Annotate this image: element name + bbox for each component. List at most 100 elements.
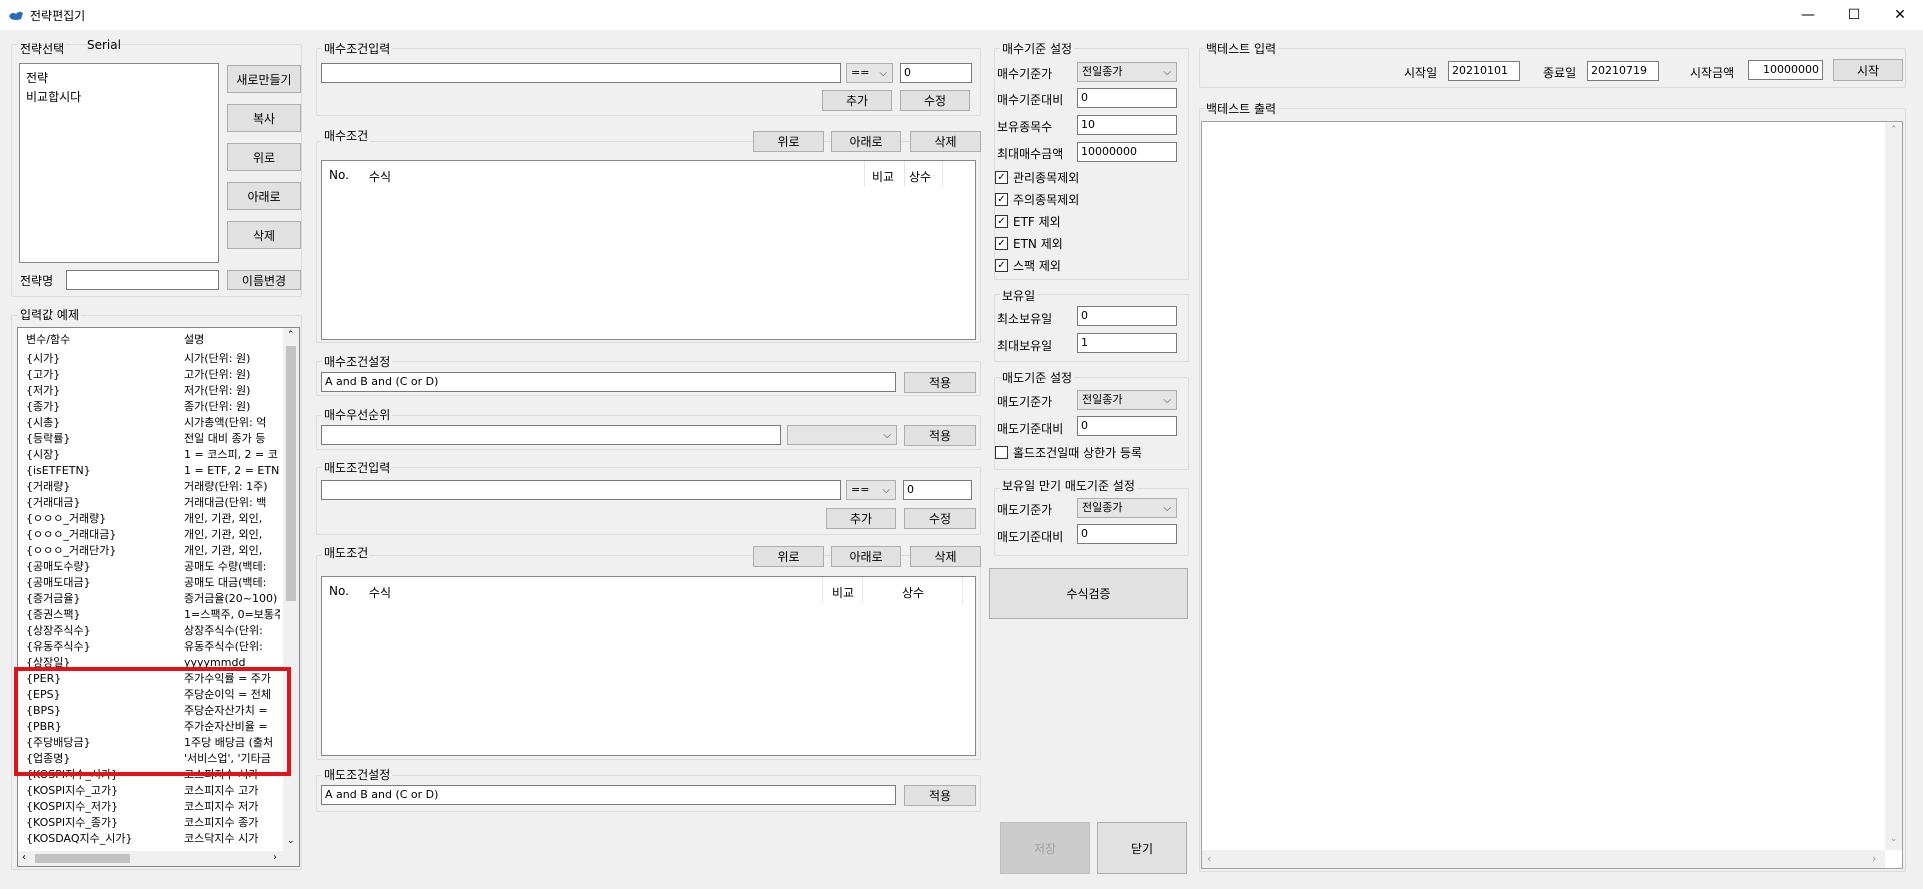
- expiry-price-select[interactable]: 전일종가 ⌵: [1077, 498, 1177, 518]
- maximize-button[interactable]: ☐: [1831, 0, 1877, 30]
- table-row[interactable]: {상장주식수} 상장주식수(단위:: [18, 624, 280, 637]
- start-amount-input[interactable]: 10000000: [1748, 60, 1823, 80]
- table-row[interactable]: {공매도대금} 공매도 대금(백테:: [18, 576, 280, 589]
- strategy-list-item[interactable]: 비교합시다: [26, 88, 81, 105]
- scroll-down-icon[interactable]: ⌄: [1890, 834, 1898, 844]
- examples-table[interactable]: 변수/함수 설명 {시가} 시가(단위: 원) {고가} 고가(단위: 원) {저가} 저…: [17, 327, 300, 867]
- table-row[interactable]: {거래대금} 거래대금(단위: 백: [18, 496, 280, 509]
- sell-cond-up-button[interactable]: 위로: [753, 546, 824, 567]
- backtest-start-button[interactable]: 시작: [1833, 59, 1903, 81]
- strategy-delete-button[interactable]: 삭제: [227, 221, 301, 249]
- table-row[interactable]: {증권스팩} 1=스팩주, 0=보통주: [18, 608, 280, 621]
- exclude-etn-checkbox[interactable]: ✓ ETN 제외: [995, 235, 1063, 252]
- sell-value-input[interactable]: 0: [903, 480, 972, 500]
- scroll-down-icon[interactable]: ⌄: [287, 836, 295, 846]
- strategy-up-button[interactable]: 위로: [227, 143, 301, 171]
- min-hold-input[interactable]: 0: [1077, 306, 1177, 326]
- buy-cond-up-button[interactable]: 위로: [753, 131, 824, 152]
- strategy-name-input[interactable]: [66, 270, 219, 290]
- table-row[interactable]: {KOSPI지수_저가} 코스피지수 저가: [18, 800, 280, 813]
- buy-price-select[interactable]: 전일종가 ⌵: [1077, 62, 1177, 82]
- scroll-up-icon[interactable]: ⌃: [1890, 125, 1898, 135]
- sell-ratio-input[interactable]: 0: [1077, 416, 1177, 436]
- backtest-output-area[interactable]: ⌃ ⌄ ‹ ›: [1201, 121, 1903, 869]
- sell-setting-input[interactable]: A and B and (C or D): [321, 785, 896, 805]
- end-date-input[interactable]: 20210719: [1587, 61, 1659, 81]
- strategy-down-button[interactable]: 아래로: [227, 182, 301, 210]
- buy-priority-select[interactable]: ⌵: [787, 425, 897, 445]
- strategy-list[interactable]: 전략 비교합시다: [19, 63, 219, 263]
- buy-priority-input[interactable]: [321, 425, 781, 445]
- scroll-h-thumb[interactable]: [35, 854, 130, 863]
- exclude-spac-checkbox[interactable]: ✓ 스팩 제외: [995, 257, 1061, 274]
- sell-add-button[interactable]: 추가: [826, 508, 896, 529]
- buy-setting-input[interactable]: A and B and (C or D): [321, 372, 896, 392]
- verify-formula-button[interactable]: 수식검증: [989, 568, 1188, 619]
- sell-cond-delete-button[interactable]: 삭제: [910, 546, 981, 567]
- scroll-right-icon[interactable]: ›: [273, 852, 277, 863]
- table-row[interactable]: {isETFETN} 1 = ETF, 2 = ETN: [18, 464, 280, 477]
- exclude-etf-checkbox[interactable]: ✓ ETF 제외: [995, 213, 1061, 230]
- table-row[interactable]: {증거금율} 증거금율(20~100): [18, 592, 280, 605]
- save-button[interactable]: 저장: [1000, 822, 1090, 874]
- rename-button[interactable]: 이름변경: [227, 270, 301, 290]
- max-amount-input[interactable]: 10000000: [1077, 142, 1177, 162]
- scroll-right-icon[interactable]: ›: [1872, 852, 1876, 865]
- buy-priority-apply-button[interactable]: 적용: [904, 425, 976, 446]
- table-row[interactable]: {KOSDAQ지수_시가} 코스닥지수 시가: [18, 832, 280, 845]
- copy-strategy-button[interactable]: 복사: [227, 104, 301, 132]
- buy-setting-apply-button[interactable]: 적용: [904, 372, 976, 393]
- scroll-left-icon[interactable]: ‹: [22, 852, 26, 863]
- buy-value-input[interactable]: 0: [900, 63, 972, 83]
- start-date-input[interactable]: 20210101: [1448, 61, 1520, 81]
- table-row[interactable]: {공매도수량} 공매도 수량(백테:: [18, 560, 280, 573]
- exclude-managed-checkbox[interactable]: ✓ 관리종목제외: [995, 169, 1079, 186]
- table-row[interactable]: {등락률} 전일 대비 종가 등: [18, 432, 280, 445]
- example-description: 1 = ETF, 2 = ETN: [184, 464, 280, 477]
- buy-cond-delete-button[interactable]: 삭제: [910, 131, 981, 152]
- table-row[interactable]: {거래량} 거래량(단위: 1주): [18, 480, 280, 493]
- close-button[interactable]: 닫기: [1097, 822, 1187, 874]
- scroll-up-icon[interactable]: ⌃: [287, 330, 295, 340]
- buy-conditions-table[interactable]: No. 수식 비교 상수: [321, 160, 976, 340]
- hold-upper-limit-checkbox[interactable]: 홀드조건일때 상한가 등록: [995, 444, 1142, 461]
- table-row[interactable]: {ㅇㅇㅇ_거래단가} 개인, 기관, 외인,: [18, 544, 280, 557]
- sell-price-select[interactable]: 전일종가 ⌵: [1077, 390, 1177, 410]
- sell-edit-button[interactable]: 수정: [904, 508, 976, 529]
- expiry-ratio-input[interactable]: 0: [1077, 524, 1177, 544]
- output-horizontal-scrollbar[interactable]: ‹ ›: [1202, 850, 1885, 868]
- scroll-thumb[interactable]: [286, 346, 296, 601]
- table-row[interactable]: {시총} 시가총액(단위: 억: [18, 416, 280, 429]
- max-hold-input[interactable]: 1: [1077, 333, 1177, 353]
- hold-count-input[interactable]: 10: [1077, 115, 1177, 135]
- table-row[interactable]: {ㅇㅇㅇ_거래대금} 개인, 기관, 외인,: [18, 528, 280, 541]
- sell-setting-apply-button[interactable]: 적용: [904, 785, 976, 806]
- sell-conditions-table[interactable]: No. 수식 비교 상수: [321, 576, 976, 756]
- table-row[interactable]: {유동주식수} 유동주식수(단위:: [18, 640, 280, 653]
- table-row[interactable]: {저가} 저가(단위: 원): [18, 384, 280, 397]
- buy-edit-button[interactable]: 수정: [900, 90, 970, 111]
- table-row[interactable]: {시가} 시가(단위: 원): [18, 352, 280, 365]
- strategy-list-item[interactable]: 전략: [26, 69, 48, 86]
- new-strategy-button[interactable]: 새로만들기: [227, 65, 301, 93]
- buy-add-button[interactable]: 추가: [822, 90, 892, 111]
- buy-ratio-input[interactable]: 0: [1077, 88, 1177, 108]
- examples-horizontal-scrollbar[interactable]: ‹ ›: [18, 851, 299, 866]
- buy-cond-down-button[interactable]: 아래로: [831, 131, 901, 152]
- scroll-left-icon[interactable]: ‹: [1207, 852, 1211, 865]
- buy-operator-select[interactable]: == ⌵: [846, 63, 893, 83]
- table-row[interactable]: {KOSPI지수_종가} 코스피지수 종가: [18, 816, 280, 829]
- table-row[interactable]: {고가} 고가(단위: 원): [18, 368, 280, 381]
- sell-cond-down-button[interactable]: 아래로: [831, 546, 901, 567]
- sell-operator-select[interactable]: == ⌵: [846, 480, 896, 500]
- exclude-warning-checkbox[interactable]: ✓ 주의종목제외: [995, 191, 1079, 208]
- table-row[interactable]: {종가} 종가(단위: 원): [18, 400, 280, 413]
- table-row[interactable]: {ㅇㅇㅇ_거래량} 개인, 기관, 외인,: [18, 512, 280, 525]
- output-vertical-scrollbar[interactable]: ⌃ ⌄: [1885, 122, 1902, 850]
- minimize-button[interactable]: —: [1785, 0, 1831, 30]
- table-row[interactable]: {시장} 1 = 코스피, 2 = 코: [18, 448, 280, 461]
- table-row[interactable]: {KOSPI지수_고가} 코스피지수 고가: [18, 784, 280, 797]
- close-window-button[interactable]: ✕: [1877, 0, 1923, 30]
- buy-expression-input[interactable]: [321, 63, 841, 83]
- sell-expression-input[interactable]: [321, 480, 841, 500]
